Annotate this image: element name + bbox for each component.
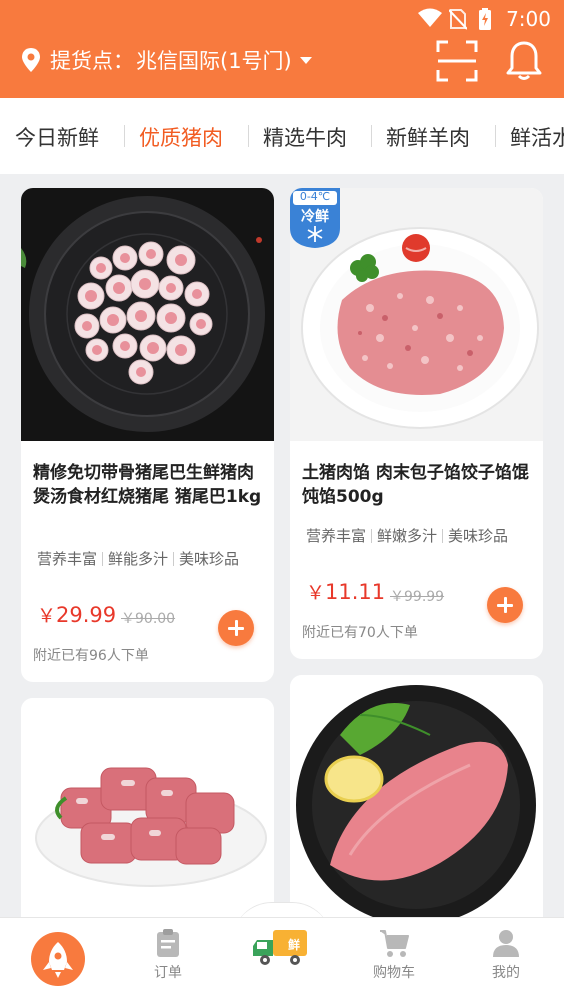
nav-label: 购物车 xyxy=(373,965,415,981)
product-tag: 营养丰富 xyxy=(306,527,367,545)
original-price: ￥90.00 xyxy=(121,611,176,627)
tab-fresh-lamb[interactable]: 新鲜羊肉 xyxy=(386,122,470,152)
product-tag: 营养丰富 xyxy=(37,550,98,568)
tag-divider xyxy=(442,528,444,543)
pickup-location-name: 兆信国际(1号门) xyxy=(136,49,292,73)
badge-temperature: 0-4℃ xyxy=(299,190,331,203)
product-price: ￥11.11 xyxy=(306,578,385,605)
truck-badge: 鲜 xyxy=(288,938,301,952)
price-value: 11.11 xyxy=(325,580,386,604)
product-tag: 鲜能多汁 xyxy=(108,550,169,568)
product-title: 精修免切带骨猪尾巴生鲜猪肉 煲汤食材红烧猪尾 猪尾巴1kg xyxy=(33,463,262,507)
product-tag: 鲜嫩多汁 xyxy=(377,527,438,545)
tag-divider xyxy=(371,528,373,543)
tab-divider xyxy=(495,125,496,147)
rocket-icon xyxy=(43,942,73,978)
nav-profile[interactable]: 我的 xyxy=(466,928,546,982)
nav-orders[interactable]: 订单 xyxy=(128,928,208,982)
tab-live-seafood[interactable]: 鲜活水 xyxy=(510,122,564,152)
battery-icon xyxy=(479,8,491,30)
tab-today-fresh[interactable]: 今日新鲜 xyxy=(15,122,99,152)
order-clipboard-icon xyxy=(157,929,179,957)
nav-fresh-delivery[interactable]: 鲜 xyxy=(242,924,322,972)
product-tag: 美味珍品 xyxy=(179,550,240,568)
category-tabs: 今日新鲜 优质猪肉 精选牛肉 新鲜羊肉 鲜活水 xyxy=(0,98,564,174)
user-icon xyxy=(493,930,519,957)
bell-icon[interactable] xyxy=(505,40,543,82)
badge-label: 冷鲜 xyxy=(301,209,329,225)
tab-quality-pork[interactable]: 优质猪肉 xyxy=(139,122,223,152)
pork-tenderloin-image xyxy=(290,675,543,918)
cart-icon xyxy=(380,930,409,957)
product-tags: 营养丰富 鲜嫩多汁 美味珍品 xyxy=(306,525,508,546)
nav-label: 我的 xyxy=(492,965,520,981)
sold-count: 附近已有96人下单 xyxy=(33,648,149,664)
tab-divider xyxy=(371,125,372,147)
delivery-truck-icon xyxy=(253,930,307,965)
tag-divider xyxy=(102,551,104,566)
tag-divider xyxy=(173,551,175,566)
product-title: 土猪肉馅 肉末包子馅饺子馅馄饨馅500g xyxy=(302,463,529,507)
app-header: 7:00 提货点： 兆信国际(1号门) xyxy=(0,0,564,98)
add-to-cart-button[interactable] xyxy=(487,587,523,623)
pork-ribs-image xyxy=(21,698,274,918)
add-to-cart-button[interactable] xyxy=(218,610,254,646)
price-value: 29.99 xyxy=(56,603,117,627)
pickup-label: 提货点： xyxy=(50,49,134,73)
original-price: ￥99.99 xyxy=(390,589,445,605)
tab-select-beef[interactable]: 精选牛肉 xyxy=(263,122,347,152)
bottom-nav: 订单 鲜 购物车 我的 xyxy=(0,917,564,1002)
chevron-down-icon xyxy=(299,56,312,64)
product-card[interactable]: 0-4℃ 冷鲜 土猪肉馅 肉末包子馅饺子馅馄饨馅500g 营养丰富 鲜嫩多汁 美… xyxy=(290,188,543,659)
pork-tail-image xyxy=(21,188,274,441)
status-bar: 7:00 xyxy=(0,0,564,38)
product-tag: 美味珍品 xyxy=(448,527,509,545)
tab-divider xyxy=(248,125,249,147)
product-price: ￥29.99 xyxy=(37,601,116,628)
no-sim-icon xyxy=(449,9,467,30)
location-pin-icon xyxy=(22,48,40,72)
product-tags: 营养丰富 鲜能多汁 美味珍品 xyxy=(37,548,239,569)
nav-label: 订单 xyxy=(154,965,182,981)
scan-icon[interactable] xyxy=(436,40,478,82)
sold-count: 附近已有70人下单 xyxy=(302,625,418,641)
status-time: 7:00 xyxy=(506,7,551,31)
price-currency: ￥ xyxy=(37,605,57,627)
nav-home-button[interactable] xyxy=(31,932,85,986)
product-card[interactable] xyxy=(290,675,543,958)
price-currency: ￥ xyxy=(306,582,326,604)
tab-divider xyxy=(124,125,125,147)
product-card[interactable]: 精修免切带骨猪尾巴生鲜猪肉 煲汤食材红烧猪尾 猪尾巴1kg 营养丰富 鲜能多汁 … xyxy=(21,188,274,682)
wifi-icon xyxy=(418,8,442,27)
nav-cart[interactable]: 购物车 xyxy=(354,928,434,982)
pickup-location-selector[interactable]: 提货点： 兆信国际(1号门) xyxy=(20,42,312,78)
